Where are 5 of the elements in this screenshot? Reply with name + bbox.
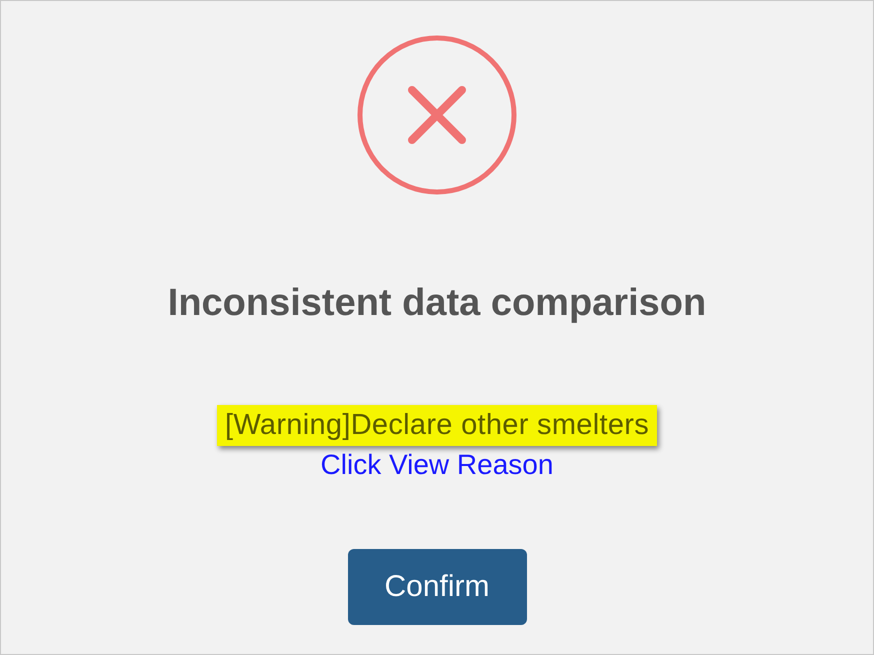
confirm-button[interactable]: Confirm bbox=[348, 549, 526, 625]
dialog-title: Inconsistent data comparison bbox=[168, 281, 706, 325]
error-icon bbox=[357, 35, 517, 195]
view-reason-link[interactable]: Click View Reason bbox=[320, 447, 554, 483]
warning-message: [Warning]Declare other smelters bbox=[216, 405, 658, 446]
